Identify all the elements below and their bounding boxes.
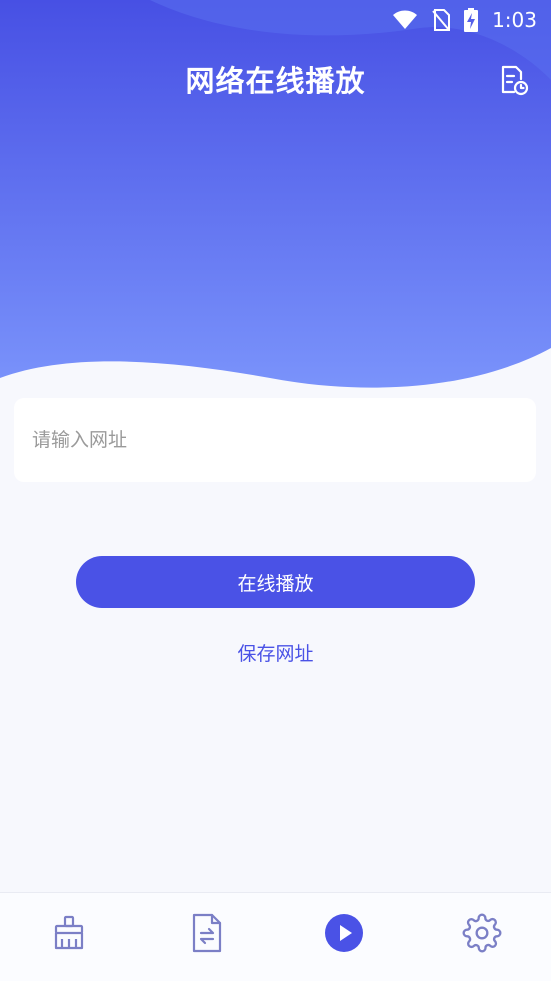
wifi-icon (393, 10, 418, 29)
play-online-button[interactable]: 在线播放 (76, 556, 475, 608)
url-input-card (14, 397, 536, 483)
save-url-link[interactable]: 保存网址 (0, 639, 551, 666)
no-sim-icon (432, 9, 451, 31)
nav-item-settings[interactable] (452, 903, 512, 963)
gear-icon (462, 913, 502, 953)
bottom-nav (0, 892, 551, 981)
status-time: 1:03 (492, 8, 537, 32)
status-bar: 1:03 (0, 0, 551, 40)
nav-item-files[interactable] (177, 903, 237, 963)
nav-item-clean[interactable] (39, 903, 99, 963)
url-input[interactable] (30, 397, 520, 483)
document-transfer-icon (192, 913, 221, 953)
play-circle-icon (325, 914, 364, 952)
page-title: 网络在线播放 (185, 64, 366, 98)
history-button[interactable] (495, 62, 531, 98)
battery-charging-icon (464, 8, 479, 32)
nav-item-play[interactable] (314, 903, 374, 963)
broom-icon (54, 915, 83, 950)
history-document-icon (501, 65, 529, 96)
